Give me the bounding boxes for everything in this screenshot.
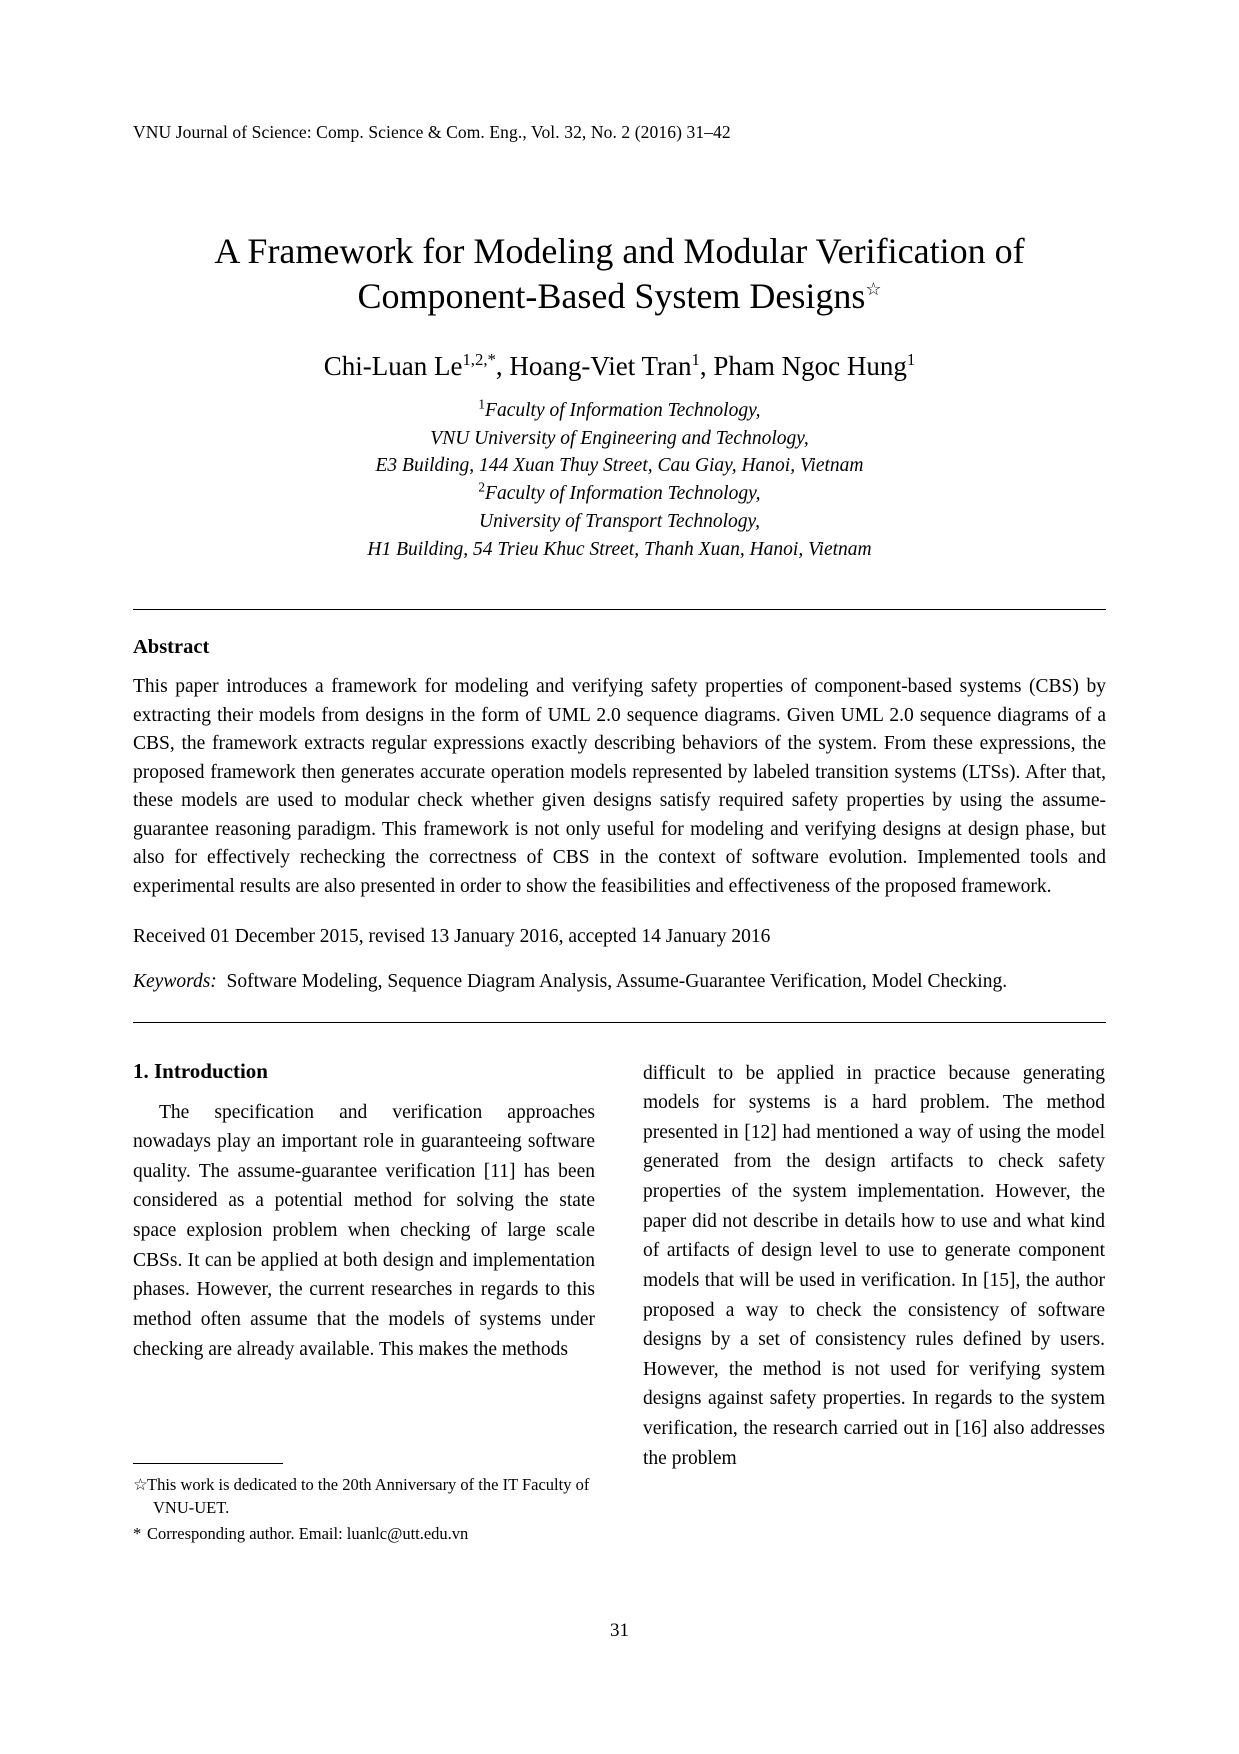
footnote-item: * Corresponding author. Email: luanlc@utt…: [133, 1522, 595, 1545]
right-column-paragraph-1: difficult to be applied in practice beca…: [643, 1062, 1105, 1469]
body-columns: 1. Introduction The specification and ve…: [133, 1058, 1106, 1543]
author-1-name: Chi-Luan Le: [323, 351, 463, 381]
affiliation-line: 1Faculty of Information Technology,: [133, 397, 1106, 425]
section-heading-introduction: 1. Introduction: [133, 1058, 268, 1083]
keywords-label: Keywords:: [133, 971, 217, 993]
page-number: 31: [610, 1620, 629, 1641]
abstract-body: This paper introduces a framework for mo…: [133, 676, 1106, 897]
page-content: VNU Journal of Science: Comp. Science & …: [133, 0, 1106, 1641]
author-list: Chi-Luan Le1,2,*, Hoang-Viet Tran1, Pham…: [133, 349, 1106, 384]
keywords-value: Software Modeling, Sequence Diagram Anal…: [226, 971, 1008, 993]
keywords-line: Keywords: Software Modeling, Sequence Di…: [133, 968, 1106, 996]
received-dates: Received 01 December 2015, revised 13 Ja…: [133, 925, 771, 947]
affiliation-line: E3 Building, 144 Xuan Thuy Street, Cau G…: [133, 452, 1106, 480]
title-line-2: Component-Based System Designs: [357, 276, 866, 316]
affiliation-line: University of Transport Technology,: [133, 508, 1106, 536]
running-head: VNU Journal of Science: Comp. Science & …: [133, 122, 731, 142]
footnote-item: ☆This work is dedicated to the 20th Anni…: [133, 1473, 595, 1520]
affiliation-text: E3 Building, 144 Xuan Thuy Street, Cau G…: [375, 455, 864, 477]
author-2-name: Hoang-Viet Tran: [509, 351, 692, 381]
footnote-marker: *: [133, 1524, 142, 1544]
affiliation-text: Faculty of Information Technology,: [485, 400, 761, 422]
right-column: difficult to be applied in practice beca…: [643, 1059, 1105, 1474]
abstract-heading: Abstract: [133, 636, 210, 659]
affiliation-line: 2Faculty of Information Technology,: [133, 480, 1106, 508]
footnote-rule: [133, 1462, 283, 1464]
affiliation-text: H1 Building, 54 Trieu Khuc Street, Thanh…: [367, 538, 872, 560]
title-footnote-marker: ☆: [865, 279, 882, 299]
footnote-block: ☆This work is dedicated to the 20th Anni…: [133, 1462, 595, 1549]
affiliation-text: Faculty of Information Technology,: [485, 483, 761, 505]
affiliation-block: 1Faculty of Information Technology, VNU …: [133, 397, 1106, 563]
author-separator-1: ,: [495, 351, 510, 381]
abstract-bottom-rule: [133, 1021, 1106, 1023]
footnote-marker: ☆: [133, 1474, 148, 1494]
footnote-text: Corresponding author. Email: luanlc@utt.…: [147, 1524, 469, 1544]
author-3-affiliation-marker: 1: [906, 350, 916, 369]
affiliation-line: VNU University of Engineering and Techno…: [133, 425, 1106, 453]
left-column: 1. Introduction The specification and ve…: [133, 1058, 595, 1543]
author-separator-2: ,: [699, 351, 714, 381]
affiliation-text: University of Transport Technology,: [479, 510, 760, 532]
left-column-paragraph-1: The specification and verification appro…: [133, 1101, 595, 1360]
affiliation-line: H1 Building, 54 Trieu Khuc Street, Thanh…: [133, 536, 1106, 564]
abstract-top-rule: [133, 609, 1106, 611]
author-3-name: Pham Ngoc Hung: [713, 351, 907, 381]
footnote-text: This work is dedicated to the 20th Anniv…: [147, 1474, 590, 1517]
title-line-1: A Framework for Modeling and Modular Ver…: [214, 231, 1025, 271]
paper-page: VNU Journal of Science: Comp. Science & …: [0, 0, 1239, 1754]
affiliation-text: VNU University of Engineering and Techno…: [430, 427, 809, 449]
author-1-affiliation-marker: 1,2,*: [462, 350, 496, 369]
page-title: A Framework for Modeling and Modular Ver…: [133, 229, 1106, 319]
author-2-affiliation-marker: 1: [691, 350, 700, 369]
